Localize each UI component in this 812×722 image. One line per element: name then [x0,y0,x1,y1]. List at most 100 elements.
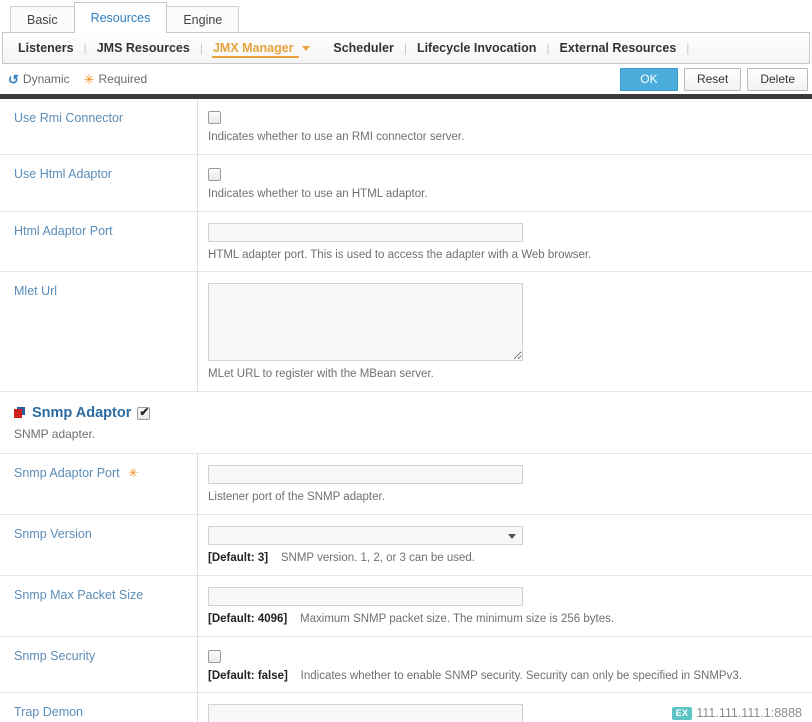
hint-use-html-adaptor: Indicates whether to use an HTML adaptor… [208,187,428,200]
label-html-adaptor-port: Html Adaptor Port [14,223,113,238]
tab-resources-label: Resources [90,11,151,25]
delete-button[interactable]: Delete [747,67,808,91]
legend-dynamic-label: Dynamic [22,72,70,86]
field-row-snmp-version: Snmp Version [Default: 3] SNMP version. … [0,515,812,577]
nav-divider: | [403,41,407,55]
checkbox-use-rmi-connector[interactable] [208,111,221,125]
field-hint: [Default: 4096] Maximum SNMP packet size… [208,612,802,627]
subnav-lifecycle-invocation-label: Lifecycle Invocation [416,41,537,55]
reset-button[interactable]: Reset [683,67,742,91]
ok-button[interactable]: OK [619,67,678,91]
field-hint: MLet URL to register with the MBean serv… [208,367,802,382]
field-row-snmp-security: Snmp Security [Default: false] Indicates… [0,637,812,694]
nav-divider [320,41,323,55]
input-html-adaptor-port[interactable] [208,222,523,242]
field-control: [Default: 3] SNMP version. 1, 2, or 3 ca… [198,515,812,575]
field-row-trap-demon: Trap Demon EX 111.111.111.1:8888 Server … [0,693,812,722]
field-row-html-adaptor-port: Html Adaptor Port HTML adapter port. Thi… [0,211,812,273]
field-control: HTML adapter port. This is used to acces… [198,212,812,272]
subnav-item-scheduler[interactable]: Scheduler [332,38,394,58]
secondary-nav: Listeners | JMS Resources | JMX Manager … [2,32,810,64]
tab-basic-label: Basic [27,13,58,27]
checkbox-snmp-security[interactable] [208,649,221,663]
field-control: EX 111.111.111.1:8888 Server to send TRA… [198,693,812,722]
field-control: [Default: 4096] Maximum SNMP packet size… [198,576,812,636]
checkbox-use-html-adaptor[interactable] [208,167,221,181]
textarea-trap-demon[interactable] [208,704,523,722]
chevron-down-icon[interactable] [302,46,311,52]
hint-snmp-max-packet-size: Maximum SNMP packet size. The minimum si… [300,613,615,626]
label-snmp-max-packet-size: Snmp Max Packet Size [14,588,144,603]
hint-use-rmi-connector: Indicates whether to use an RMI connecto… [208,131,465,144]
section-title: Snmp Adaptor [14,405,812,421]
select-snmp-version[interactable] [208,526,523,546]
default-snmp-security: [Default: false] [208,669,288,682]
field-hint: Indicates whether to use an HTML adaptor… [208,187,802,202]
subnav-jms-resources-label: JMS Resources [96,41,190,55]
hint-snmp-security: Indicates whether to enable SNMP securit… [300,669,742,682]
field-row-use-rmi-connector: Use Rmi Connector Indicates whether to u… [0,99,812,156]
default-snmp-max-packet-size: [Default: 4096] [208,613,288,626]
tab-engine-label: Engine [183,13,223,27]
nav-divider: | [199,41,203,55]
field-row-use-html-adaptor: Use Html Adaptor Indicates whether to us… [0,155,812,212]
subnav-item-listeners[interactable]: Listeners [17,38,75,58]
panel-icon-red [14,409,22,419]
section-description: SNMP adapter. [14,427,812,441]
subnav-external-resources-label: External Resources [559,41,677,55]
subnav-scheduler-label: Scheduler [333,41,394,55]
example-badge: EX [671,706,693,720]
field-row-snmp-max-packet-size: Snmp Max Packet Size [Default: 4096] Max… [0,576,812,638]
legend-required-label: Required [98,72,148,86]
primary-tab-strip: Basic Resources Engine [0,0,812,33]
legend: ↺ Dynamic ✳ Required [8,72,147,86]
field-hint: HTML adapter port. This is used to acces… [208,248,802,263]
field-control: Indicates whether to use an HTML adaptor… [198,155,812,210]
section-description-label: SNMP adapter. [14,427,96,442]
section-snmp-adaptor: Snmp Adaptor SNMP adapter. [0,392,812,455]
section-title-label: Snmp Adaptor [32,405,132,422]
input-snmp-adaptor-port[interactable] [208,465,523,485]
checkbox-snmp-adaptor-enabled[interactable] [137,405,151,420]
field-label: Use Html Adaptor [0,155,198,211]
field-hint: Indicates whether to use an RMI connecto… [208,130,802,145]
field-label: Snmp Adaptor Port ✳ [0,454,198,515]
field-label: Snmp Max Packet Size [0,576,198,637]
tab-engine[interactable]: Engine [166,6,240,33]
action-bar: ↺ Dynamic ✳ Required OK Reset Delete [0,64,812,94]
field-control: Listener port of the SNMP adapter. [198,454,812,514]
subnav-listeners-label: Listeners [18,41,74,55]
action-buttons: OK Reset Delete [619,67,808,91]
legend-required: ✳ Required [84,72,148,86]
hint-html-adaptor-port: HTML adapter port. This is used to acces… [208,248,592,261]
subnav-item-lifecycle-invocation[interactable]: Lifecycle Invocation [416,38,537,58]
label-snmp-security: Snmp Security [14,649,96,664]
panel-icon [14,407,26,419]
hint-snmp-version: SNMP version. 1, 2, or 3 can be used. [280,552,475,565]
field-label: Mlet Url [0,272,198,392]
asterisk-icon: ✳ [83,71,95,87]
field-label: Use Rmi Connector [0,99,198,155]
subnav-item-jms-resources[interactable]: JMS Resources [96,38,191,58]
textarea-mlet-url[interactable] [208,283,523,362]
field-hint: [Default: 3] SNMP version. 1, 2, or 3 ca… [208,551,802,566]
field-label: Snmp Version [0,515,198,576]
tab-basic[interactable]: Basic [10,6,75,33]
example-value: 111.111.111.1:8888 [696,706,802,721]
subnav-item-external-resources[interactable]: External Resources [559,38,678,58]
chevron-down-icon [508,533,516,539]
subnav-item-jmx-manager[interactable]: JMX Manager [211,38,311,58]
label-use-html-adaptor: Use Html Adaptor [14,167,112,182]
input-snmp-max-packet-size[interactable] [208,587,523,607]
legend-dynamic: ↺ Dynamic [8,72,70,86]
label-snmp-version: Snmp Version [14,527,92,542]
field-control: MLet URL to register with the MBean serv… [198,272,812,391]
field-label: Trap Demon [0,693,198,722]
field-hint: [Default: false] Indicates whether to en… [208,669,802,684]
example-hint: EX 111.111.111.1:8888 [671,706,802,721]
tab-resources[interactable]: Resources [73,2,168,33]
nav-divider: | [686,41,690,55]
asterisk-icon: ✳ [128,466,139,481]
hint-mlet-url: MLet URL to register with the MBean serv… [208,368,434,381]
field-hint: Listener port of the SNMP adapter. [208,490,802,505]
